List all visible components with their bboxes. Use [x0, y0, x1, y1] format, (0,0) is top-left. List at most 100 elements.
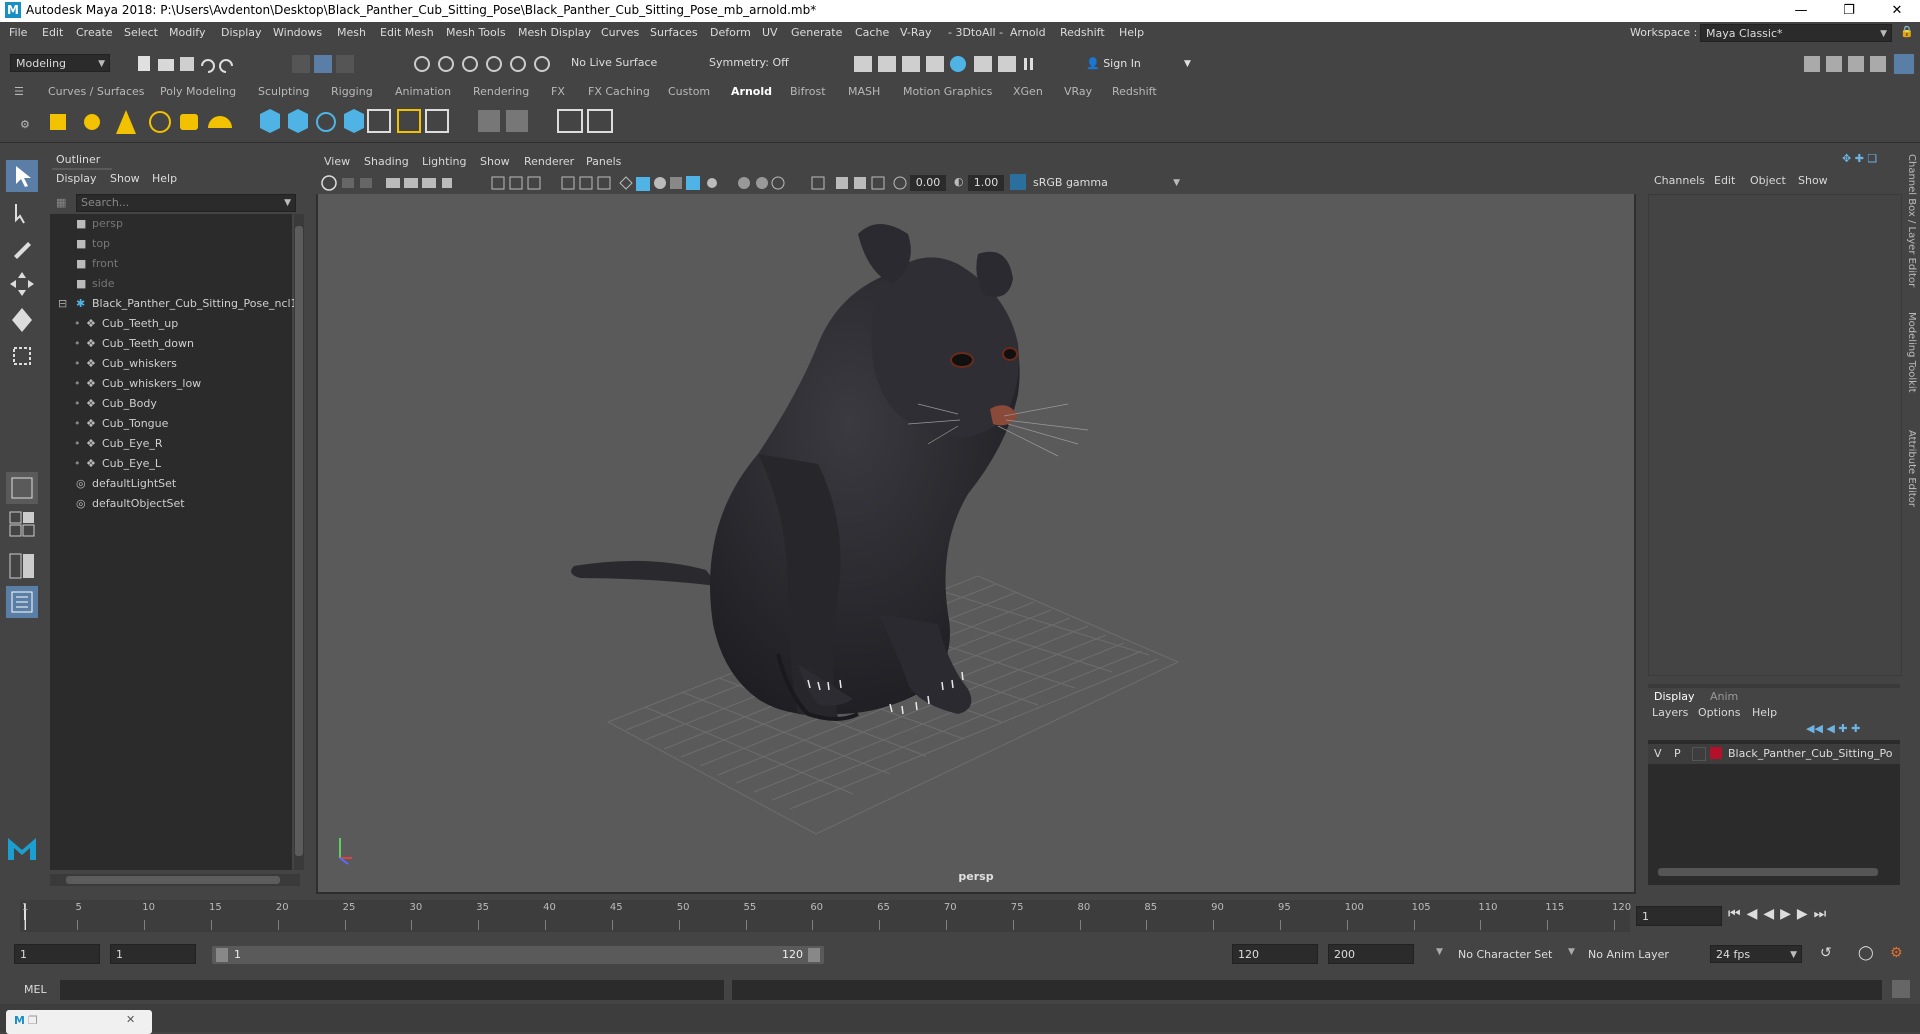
tab-xgen[interactable]: XGen [1013, 85, 1043, 98]
outliner-item[interactable]: • ❖ Cub_Body [50, 394, 292, 414]
layer-tab-display[interactable]: Display [1654, 690, 1695, 703]
auto-key-icon[interactable]: ◯ [1858, 945, 1874, 961]
tab-animation[interactable]: Animation [395, 85, 451, 98]
layer-menu-options[interactable]: Options [1698, 706, 1740, 719]
anti-aliasing-icon[interactable] [771, 176, 785, 190]
viewport-menu-view[interactable]: View [324, 155, 350, 168]
snap-grid-icon[interactable] [414, 56, 430, 72]
animation-start-field[interactable]: 1 [14, 944, 100, 964]
tab-motion-graphics[interactable]: Motion Graphics [903, 85, 992, 98]
photometric-light-icon[interactable] [116, 110, 136, 134]
expand-dot-icon[interactable]: • [74, 374, 81, 394]
layer-list[interactable]: V P Black_Panther_Cub_Sitting_Po [1648, 740, 1900, 885]
menu-uv[interactable]: UV [762, 26, 778, 39]
channel-box-icon[interactable] [1894, 54, 1914, 74]
select-hierarchy-icon[interactable] [292, 55, 310, 73]
channelbox-menu-channels[interactable]: Channels [1654, 174, 1705, 187]
render-preview-icon[interactable] [557, 109, 583, 133]
expand-dot-icon[interactable]: • [74, 434, 81, 454]
outliner-vscroll-thumb[interactable] [295, 226, 303, 856]
tab-custom[interactable]: Custom [668, 85, 710, 98]
tab-redshift[interactable]: Redshift [1112, 85, 1157, 98]
gamma-field[interactable]: 1.00 [968, 175, 1004, 191]
channelbox-menu-edit[interactable]: Edit [1714, 174, 1735, 187]
tab-curves-surfaces[interactable]: Curves / Surfaces [48, 85, 145, 98]
tab-sculpting[interactable]: Sculpting [258, 85, 309, 98]
menu-create[interactable]: Create [76, 26, 113, 39]
outliner-list[interactable]: ■ persp ■ top ■ front ■ side ⊟ ✱ Black_Panther_Cub… [50, 214, 298, 870]
isolate-select-icon[interactable] [811, 176, 825, 190]
color-management-icon[interactable] [1010, 174, 1026, 190]
exposure-field[interactable]: 0.00 [910, 175, 946, 191]
menu-surfaces[interactable]: Surfaces [650, 26, 698, 39]
scale-tool-icon[interactable] [6, 340, 38, 372]
layer-tab-anim[interactable]: Anim [1710, 690, 1738, 703]
animation-end-field[interactable]: 200 [1328, 944, 1414, 964]
menu-redshift[interactable]: Redshift [1060, 26, 1105, 39]
menu-edit-mesh[interactable]: Edit Mesh [380, 26, 434, 39]
attribute-editor-icon[interactable] [1848, 56, 1864, 72]
menu-file[interactable]: File [9, 26, 27, 39]
xray-joints-icon[interactable] [854, 177, 866, 189]
wireframe-on-shaded-icon[interactable] [654, 177, 666, 189]
skydome-light-icon[interactable] [149, 111, 171, 133]
field-chart-icon[interactable] [561, 176, 575, 190]
fps-dropdown[interactable]: 24 fps ▼ [1710, 945, 1802, 963]
menu-deform[interactable]: Deform [710, 26, 751, 39]
layer-name[interactable]: Black_Panther_Cub_Sitting_Po [1728, 747, 1892, 760]
playback-end-field[interactable]: 120 [1232, 944, 1318, 964]
flush-cache-icon[interactable] [397, 109, 421, 133]
expand-dot-icon[interactable]: • [74, 414, 81, 434]
export-standin-icon[interactable] [288, 109, 308, 133]
light-portal-icon[interactable] [180, 114, 198, 130]
search-options-icon[interactable]: ▦ [56, 196, 66, 209]
physical-sky-icon[interactable] [208, 116, 232, 128]
menu-3dtoall[interactable]: - 3DtoAll - [948, 26, 1003, 39]
outliner-item[interactable]: ■ persp [50, 214, 292, 234]
tab-vray[interactable]: VRay [1064, 85, 1092, 98]
tab-poly-modeling[interactable]: Poly Modeling [160, 85, 236, 98]
motion-blur-icon[interactable] [756, 177, 768, 189]
collapse-icon[interactable]: ⊟ [58, 294, 67, 314]
menu-arnold[interactable]: Arnold [1010, 26, 1046, 39]
menu-edit[interactable]: Edit [42, 26, 63, 39]
side-tab-modeling-toolkit[interactable]: Modeling Toolkit [1906, 312, 1917, 393]
layer-hscroll-thumb[interactable] [1658, 868, 1878, 876]
ipr-render-icon[interactable] [902, 56, 920, 72]
menu-windows[interactable]: Windows [273, 26, 322, 39]
layer-visibility-toggle[interactable]: V [1654, 747, 1662, 760]
layer-menu-help[interactable]: Help [1752, 706, 1777, 719]
lock-icon[interactable]: 🔒 [1900, 25, 1914, 38]
close-task-icon[interactable]: ✕ [126, 1013, 135, 1026]
outliner-item[interactable]: • ❖ Cub_Teeth_down [50, 334, 292, 354]
last-tool-icon[interactable] [6, 472, 38, 504]
viewport-menu-shading[interactable]: Shading [364, 155, 409, 168]
chevron-down-icon[interactable]: ▼ [284, 195, 291, 211]
move-tool-icon[interactable] [6, 268, 38, 300]
maximize-button[interactable]: ❐ [1826, 0, 1872, 22]
snap-surface-icon[interactable] [510, 56, 526, 72]
volume-icon[interactable] [316, 112, 336, 132]
outliner-menu-help[interactable]: Help [152, 172, 177, 185]
command-input[interactable] [60, 980, 724, 1000]
image-plane-icon[interactable] [386, 178, 400, 188]
expand-dot-icon[interactable]: • [74, 354, 81, 374]
channelbox-menu-object[interactable]: Object [1750, 174, 1786, 187]
safe-action-icon[interactable] [579, 176, 593, 190]
outliner-item[interactable]: • ❖ Cub_whiskers [50, 354, 292, 374]
menu-select[interactable]: Select [124, 26, 158, 39]
viewport-menu-renderer[interactable]: Renderer [524, 155, 574, 168]
command-language-label[interactable]: MEL [24, 983, 47, 996]
outliner-item[interactable]: ◎ defaultLightSet [50, 474, 292, 494]
lasso-tool-icon[interactable] [6, 196, 38, 228]
render-current-icon[interactable] [878, 56, 896, 72]
resolution-gate-icon[interactable] [509, 176, 523, 190]
menu-generate[interactable]: Generate [791, 26, 842, 39]
range-start-handle[interactable] [216, 948, 228, 962]
safe-title-icon[interactable] [597, 176, 611, 190]
outliner-menu-show[interactable]: Show [110, 172, 140, 185]
xray-icon[interactable] [836, 177, 848, 189]
close-button[interactable]: ✕ [1874, 0, 1920, 22]
standin-icon[interactable] [260, 109, 280, 133]
snap-vertex-icon[interactable] [534, 56, 550, 72]
